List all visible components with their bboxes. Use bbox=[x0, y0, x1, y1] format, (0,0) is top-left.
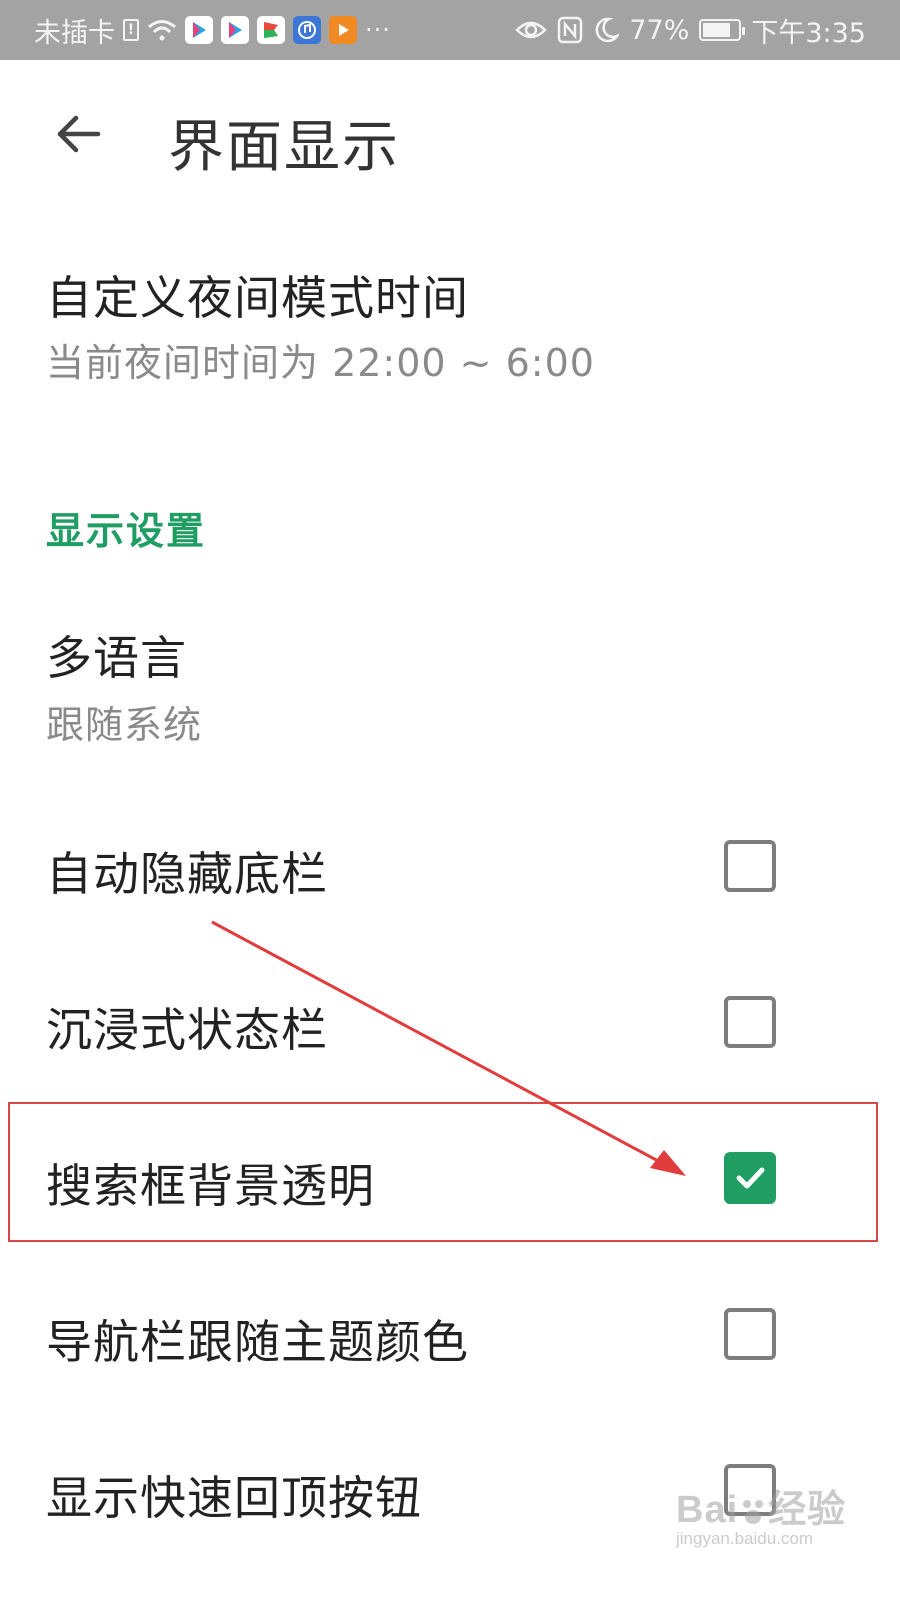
language-setting[interactable]: 多语言 跟随系统 bbox=[0, 610, 900, 760]
status-right: 77% 下午3:35 bbox=[515, 11, 866, 50]
status-bar: 未插卡 ! ··· 77% 下午3:35 bbox=[0, 0, 900, 60]
video-player-app-icon bbox=[329, 16, 357, 44]
battery-icon bbox=[699, 19, 746, 41]
option-row-nav-bar-theme-color[interactable]: 导航栏跟随主题颜色 bbox=[0, 1278, 900, 1398]
youku-app-icon bbox=[185, 16, 213, 44]
checkbox-nav-bar-theme-color[interactable] bbox=[724, 1308, 776, 1360]
app-bar: 界面显示 bbox=[0, 60, 900, 210]
checkbox-transparent-search-box[interactable] bbox=[724, 1152, 776, 1204]
option-label: 自动隐藏底栏 bbox=[46, 847, 328, 901]
checkmark-icon bbox=[736, 1167, 765, 1189]
youku-app-icon bbox=[221, 16, 249, 44]
option-label: 搜索框背景透明 bbox=[46, 1159, 375, 1213]
option-row-back-to-top-button[interactable]: 显示快速回顶按钮 bbox=[0, 1434, 900, 1554]
status-left: 未插卡 ! ··· bbox=[34, 11, 391, 50]
more-notifications-icon: ··· bbox=[365, 16, 391, 44]
music-app-icon bbox=[293, 16, 321, 44]
option-label: 显示快速回顶按钮 bbox=[46, 1471, 422, 1525]
wifi-icon bbox=[148, 20, 176, 41]
language-subtitle: 跟随系统 bbox=[46, 703, 203, 747]
option-row-auto-hide-bottom-bar[interactable]: 自动隐藏底栏 bbox=[0, 810, 900, 930]
nfc-icon bbox=[558, 16, 583, 44]
battery-fill bbox=[703, 23, 730, 37]
sim-alert-icon: ! bbox=[123, 19, 139, 41]
section-title-display-settings: 显示设置 bbox=[46, 509, 207, 553]
moon-icon bbox=[595, 17, 620, 43]
option-label: 导航栏跟随主题颜色 bbox=[46, 1315, 469, 1369]
battery-percent: 77% bbox=[629, 14, 690, 46]
carrier-text: 未插卡 bbox=[34, 17, 115, 49]
clock: 下午3:35 bbox=[751, 17, 866, 49]
back-button[interactable] bbox=[50, 108, 106, 160]
flag-app-icon bbox=[257, 16, 285, 44]
night-mode-subtitle: 当前夜间时间为 22:00 ~ 6:00 bbox=[46, 341, 595, 385]
option-row-immersive-status-bar[interactable]: 沉浸式状态栏 bbox=[0, 966, 900, 1086]
night-mode-title: 自定义夜间模式时间 bbox=[46, 271, 469, 325]
checkbox-auto-hide-bottom-bar[interactable] bbox=[724, 840, 776, 892]
checkbox-immersive-status-bar[interactable] bbox=[724, 996, 776, 1048]
option-label: 沉浸式状态栏 bbox=[46, 1003, 328, 1057]
back-arrow-icon bbox=[57, 115, 101, 153]
language-title: 多语言 bbox=[46, 631, 187, 685]
checkbox-back-to-top-button[interactable] bbox=[724, 1464, 776, 1516]
option-row-transparent-search-box[interactable]: 搜索框背景透明 bbox=[0, 1122, 900, 1242]
night-mode-setting[interactable]: 自定义夜间模式时间 当前夜间时间为 22:00 ~ 6:00 bbox=[0, 250, 900, 410]
eye-icon bbox=[515, 21, 548, 39]
page-title: 界面显示 bbox=[168, 115, 400, 180]
